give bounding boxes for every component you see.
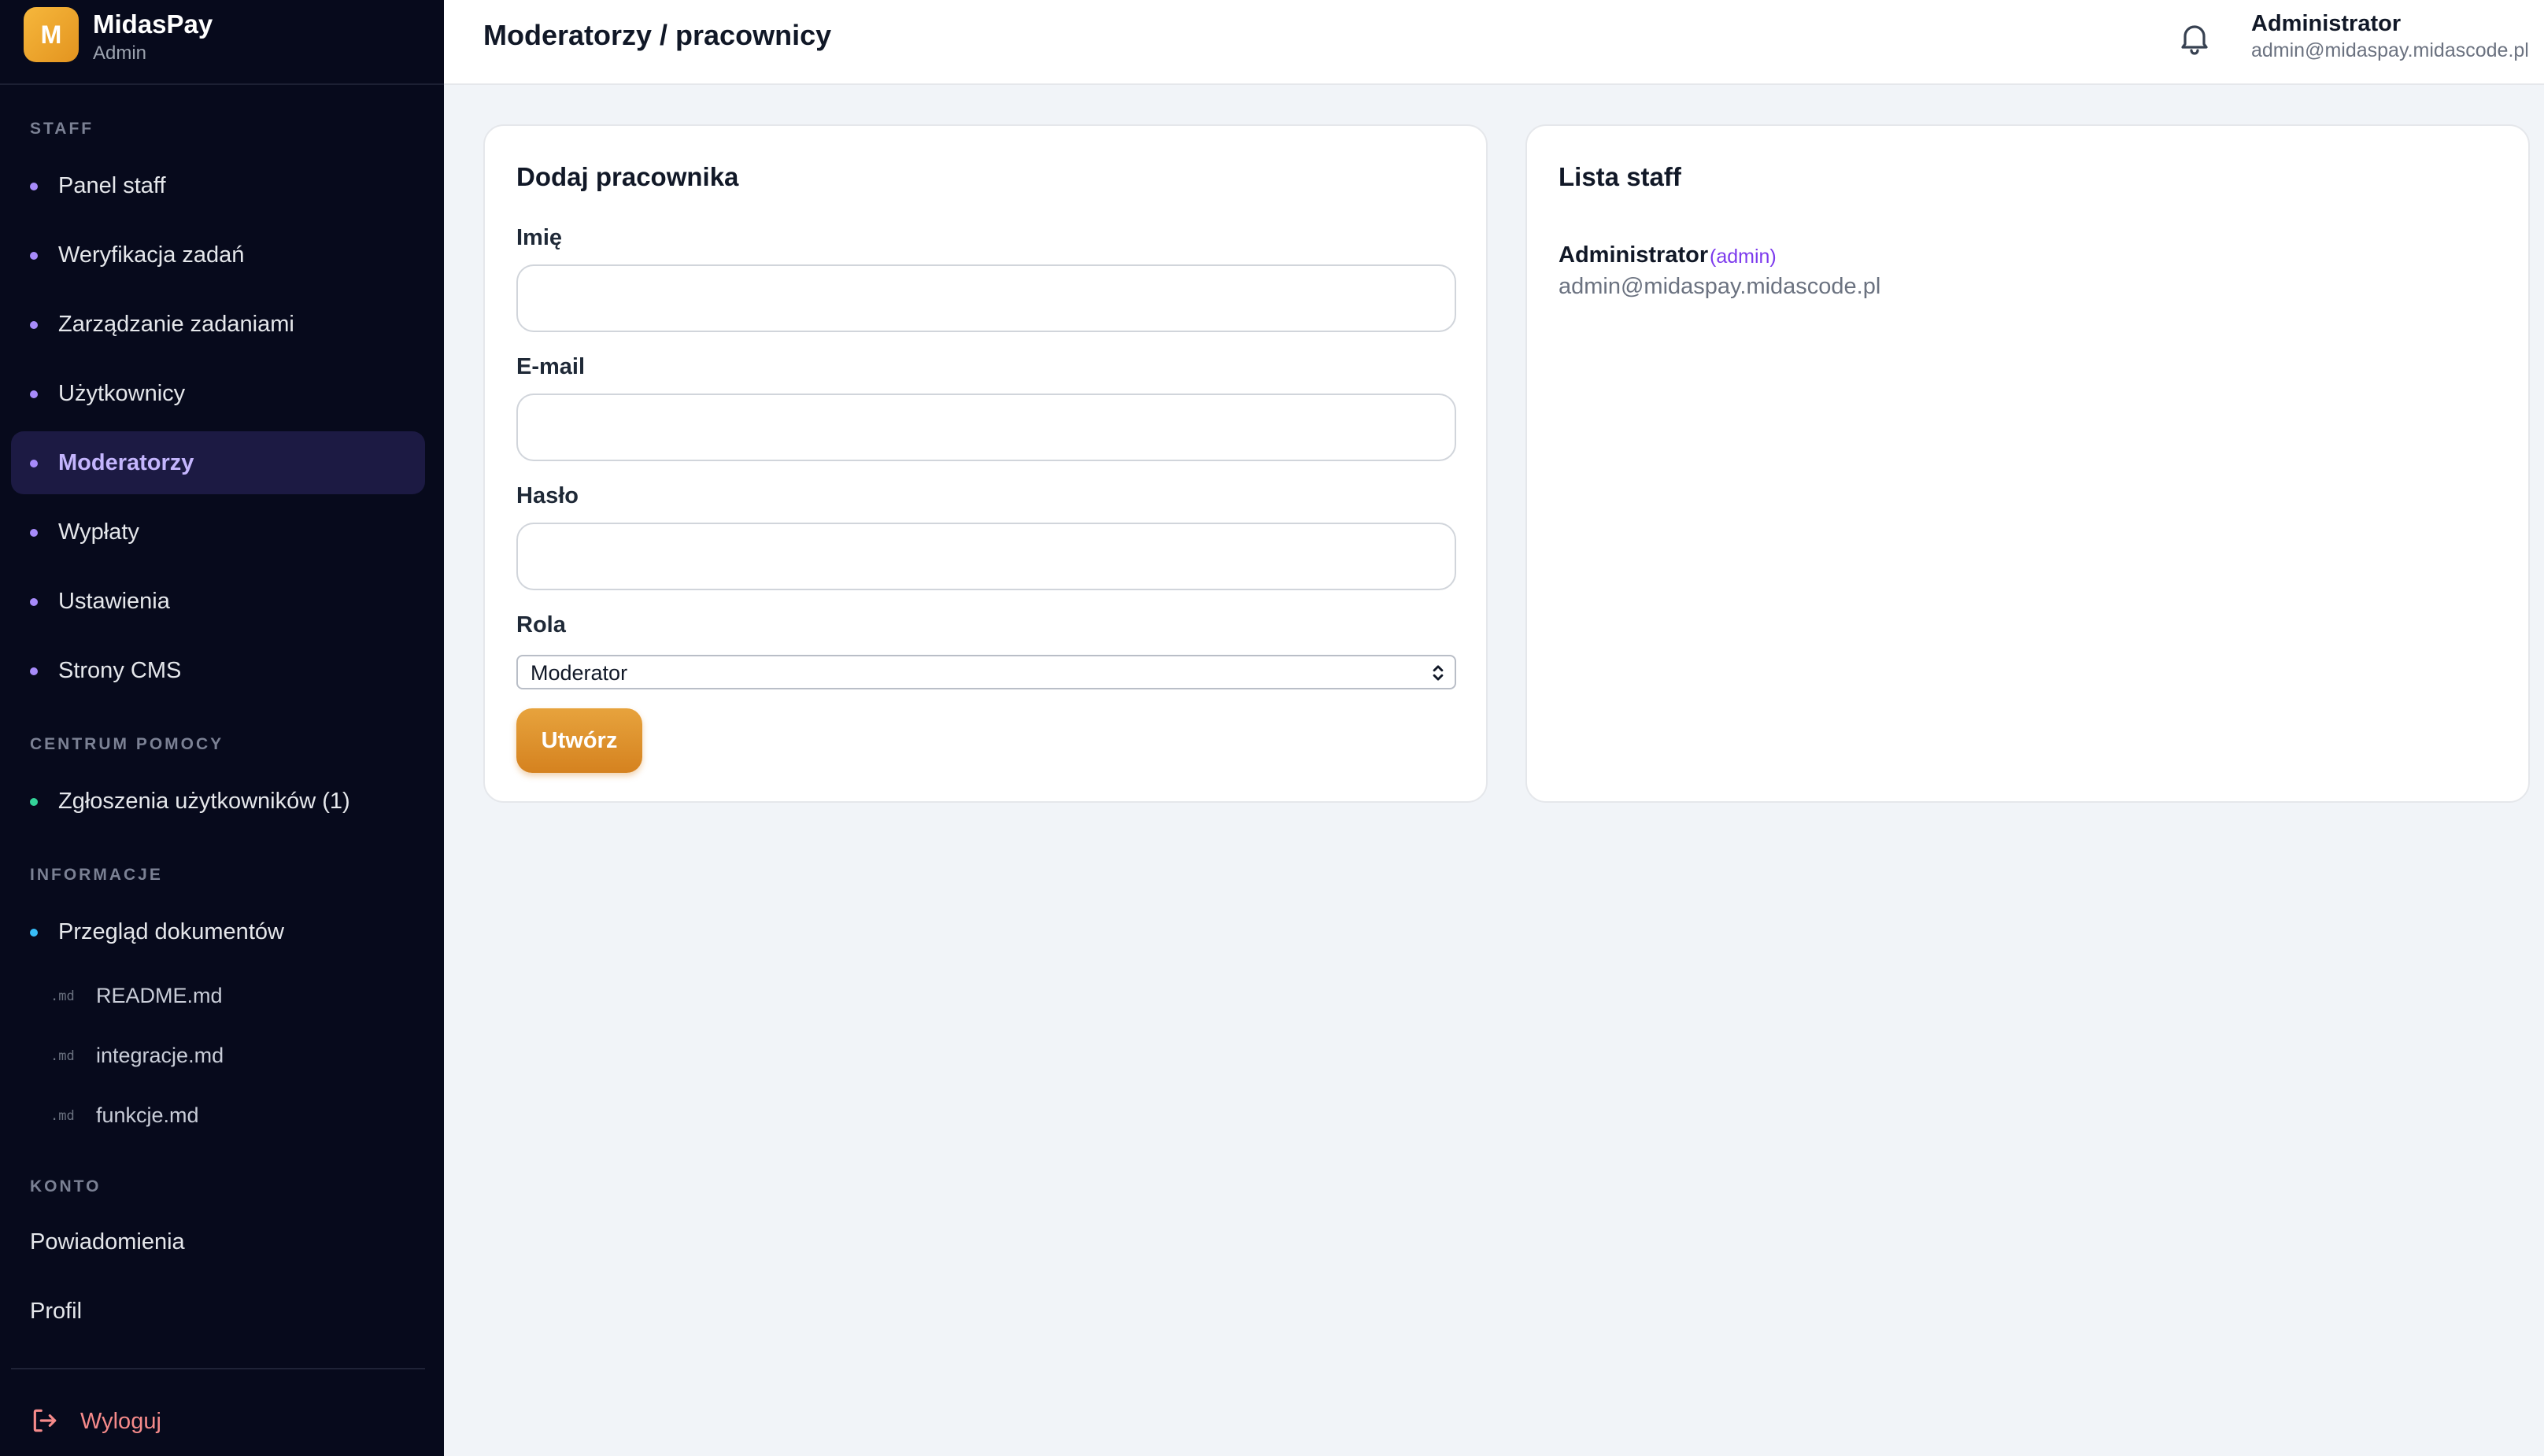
sidebar-item-label: Strony CMS (58, 658, 182, 683)
sidebar-item-ustawienia[interactable]: Ustawienia (11, 570, 425, 633)
sidebar-item-uzytkownicy[interactable]: Użytkownicy (11, 362, 425, 425)
doc-label: integracje.md (96, 1044, 224, 1067)
page-title: Moderatorzy / pracownicy (483, 19, 832, 51)
section-label-staff: STAFF (30, 120, 94, 138)
doc-ext: .md (50, 1108, 75, 1124)
bullet-dot-icon (30, 252, 38, 260)
sidebar-item-label: Weryfikacja zadań (58, 242, 245, 268)
sidebar-item-profil[interactable]: Profil (11, 1284, 425, 1340)
sidebar-item-label: Moderatorzy (58, 450, 194, 475)
brand-logo[interactable]: M (24, 7, 79, 62)
sidebar-item-label: Panel staff (58, 173, 166, 198)
section-label-info: INFORMACJE (30, 866, 163, 884)
staff-email: admin@midaspay.midascode.pl (1559, 274, 1881, 299)
sidebar-item-strony-cms[interactable]: Strony CMS (11, 639, 425, 702)
role-select-value: Moderator (531, 661, 628, 685)
sidebar-item-label: Profil (30, 1299, 83, 1324)
bullet-dot-icon (30, 460, 38, 467)
section-label-help: CENTRUM POMOCY (30, 735, 224, 753)
bell-icon[interactable] (2176, 19, 2213, 57)
brand-name: MidasPay (93, 9, 213, 39)
doc-item-readme[interactable]: .md README.md (11, 971, 425, 1022)
sidebar-item-wyplaty[interactable]: Wypłaty (11, 501, 425, 564)
doc-item-funkcje[interactable]: .md funkcje.md (11, 1091, 425, 1141)
bullet-dot-icon (30, 929, 38, 937)
bullet-dot-icon (30, 183, 38, 190)
doc-ext: .md (50, 989, 75, 1004)
sidebar-item-zgloszenia[interactable]: Zgłoszenia użytkowników (1) (11, 770, 425, 833)
email-label: E-mail (516, 354, 586, 379)
sidebar-item-label: Zgłoszenia użytkowników (1) (58, 789, 350, 814)
email-input[interactable] (516, 394, 1456, 461)
name-input[interactable] (516, 264, 1456, 332)
doc-label: funkcje.md (96, 1103, 199, 1127)
name-label: Imię (516, 225, 563, 250)
bullet-dot-icon (30, 798, 38, 806)
logout-icon (33, 1409, 57, 1432)
top-header: Moderatorzy / pracownicy Administrator a… (444, 0, 2544, 85)
bullet-dot-icon (30, 390, 38, 398)
sidebar-item-label: Ustawienia (58, 589, 170, 614)
user-email: admin@midaspay.midascode.pl (2251, 39, 2529, 61)
doc-label: README.md (96, 984, 223, 1007)
bullet-dot-icon (30, 667, 38, 675)
sidebar: M MidasPay Admin STAFF Panel staff Weryf… (0, 0, 444, 1456)
staff-list-card: Lista staff Administrator (admin) admin@… (1525, 124, 2530, 803)
sidebar-divider (11, 1368, 425, 1369)
sidebar-item-weryfikacja-zadan[interactable]: Weryfikacja zadań (11, 224, 425, 286)
sidebar-item-panel-staff[interactable]: Panel staff (11, 154, 425, 217)
sidebar-item-label: Użytkownicy (58, 381, 186, 406)
brand: M MidasPay Admin (0, 0, 444, 85)
create-button[interactable]: Utwórz (516, 708, 642, 773)
sidebar-item-label: Powiadomienia (30, 1229, 185, 1255)
role-label: Rola (516, 612, 566, 637)
chevron-up-down-icon (1433, 665, 1444, 681)
password-input[interactable] (516, 523, 1456, 590)
staff-role-badge: (admin) (1710, 246, 1777, 268)
section-label-account: KONTO (30, 1177, 102, 1195)
sidebar-item-zarzadzanie-zadaniami[interactable]: Zarządzanie zadaniami (11, 293, 425, 356)
bullet-dot-icon (30, 321, 38, 329)
role-select[interactable]: Moderator (516, 655, 1456, 689)
doc-ext: .md (50, 1048, 75, 1064)
sidebar-item-label: Wypłaty (58, 519, 139, 545)
logout-button[interactable]: Wyloguj (11, 1393, 425, 1448)
sidebar-item-label: Przegląd dokumentów (58, 919, 284, 944)
sidebar-item-moderatorzy[interactable]: Moderatorzy (11, 431, 425, 494)
doc-item-integracje[interactable]: .md integracje.md (11, 1031, 425, 1081)
card-title: Lista staff (1559, 162, 1681, 191)
brand-subtitle: Admin (93, 42, 147, 64)
sidebar-item-label: Zarządzanie zadaniami (58, 312, 294, 337)
logout-label: Wyloguj (80, 1409, 161, 1434)
staff-name: Administrator (1559, 242, 1709, 268)
sidebar-item-przeglad-dokumentow[interactable]: Przegląd dokumentów (11, 900, 425, 963)
sidebar-item-powiadomienia[interactable]: Powiadomienia (11, 1215, 425, 1270)
bullet-dot-icon (30, 598, 38, 606)
card-title: Dodaj pracownika (516, 162, 739, 191)
bullet-dot-icon (30, 529, 38, 537)
password-label: Hasło (516, 483, 579, 508)
user-name[interactable]: Administrator (2251, 11, 2401, 37)
add-staff-card: Dodaj pracownika Imię E-mail Hasło Rola … (483, 124, 1488, 803)
